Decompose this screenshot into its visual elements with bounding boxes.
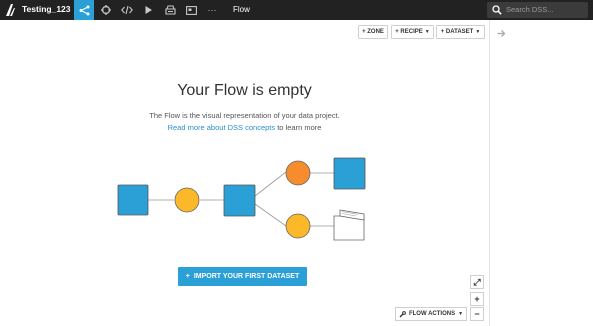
play-icon[interactable] <box>138 0 158 20</box>
empty-state-link-line: Read more about DSS concepts to learn mo… <box>0 123 489 132</box>
plus-icon: + <box>185 273 190 280</box>
recipe-node-icon <box>174 187 200 213</box>
dataset-node-icon <box>223 184 256 217</box>
fullscreen-icon[interactable]: ⤢ <box>470 275 484 289</box>
add-recipe-label: + RECIPE <box>395 29 423 35</box>
add-recipe-button[interactable]: + RECIPE ▼ <box>391 25 434 39</box>
caret-down-icon: ▼ <box>458 311 464 317</box>
dss-concepts-link[interactable]: Read more about DSS concepts <box>168 123 276 132</box>
recipe-node-icon <box>285 160 311 186</box>
flow-actions-button[interactable]: FLOW ACTIONS ▼ <box>395 307 467 321</box>
wrench-icon <box>399 310 406 317</box>
current-page-label[interactable]: Flow <box>233 5 250 14</box>
add-zone-label: + ZONE <box>362 29 384 35</box>
right-side-panel <box>489 20 593 326</box>
flow-connector <box>254 171 287 227</box>
search-input[interactable]: Search DSS... <box>506 5 554 14</box>
code-icon[interactable] <box>117 0 137 20</box>
empty-state-description: The Flow is the visual representation of… <box>149 111 340 120</box>
dss-logo-icon[interactable] <box>4 3 16 17</box>
flow-icon[interactable] <box>74 0 94 20</box>
import-dataset-label: IMPORT YOUR FIRST DATASET <box>193 273 300 280</box>
project-name[interactable]: Testing_123 <box>22 4 71 14</box>
caret-down-icon: ▼ <box>475 29 481 35</box>
recipe-node-icon <box>285 213 311 239</box>
more-icon[interactable]: ··· <box>202 0 222 20</box>
target-icon[interactable] <box>96 0 116 20</box>
zoom-in-button[interactable]: + <box>470 292 484 306</box>
import-dataset-button[interactable]: + IMPORT YOUR FIRST DATASET <box>178 267 307 286</box>
top-navigation-bar: Testing_123 ··· Flow Search DSS... <box>0 0 593 20</box>
notebook-icon[interactable] <box>160 0 180 20</box>
link-suffix: to learn more <box>275 123 322 132</box>
dataset-node-icon <box>333 157 366 190</box>
add-zone-button[interactable]: + ZONE <box>358 25 388 39</box>
zoom-out-button[interactable]: − <box>470 307 484 321</box>
arrow-right-icon[interactable] <box>497 29 506 38</box>
empty-flow-illustration <box>117 157 366 241</box>
folder-node-icon <box>333 209 365 241</box>
dataset-node-icon <box>117 184 149 216</box>
search-box[interactable]: Search DSS... <box>487 2 588 18</box>
empty-state-title: Your Flow is empty <box>177 82 312 99</box>
search-icon <box>492 5 502 15</box>
dashboard-icon[interactable] <box>181 0 201 20</box>
add-dataset-label: + DATASET <box>440 29 474 35</box>
caret-down-icon: ▼ <box>424 29 430 35</box>
flow-actions-label: FLOW ACTIONS <box>408 311 456 317</box>
add-dataset-button[interactable]: + DATASET ▼ <box>436 25 485 39</box>
